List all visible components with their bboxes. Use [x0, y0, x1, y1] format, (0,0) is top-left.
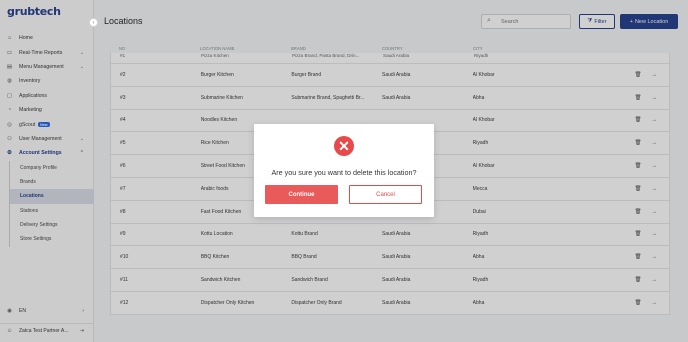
continue-button[interactable]: Continue	[265, 185, 338, 204]
delete-confirmation-dialog: ✕ Are you sure you want to delete this l…	[254, 124, 434, 217]
close-circle-icon: ✕	[334, 136, 354, 156]
cancel-button[interactable]: Cancel	[349, 185, 422, 204]
dialog-message: Are you sure you want to delete this loc…	[271, 168, 417, 177]
modal-backdrop[interactable]: ✕ Are you sure you want to delete this l…	[0, 0, 688, 342]
collapse-sidebar-button[interactable]: ‹	[89, 18, 98, 27]
